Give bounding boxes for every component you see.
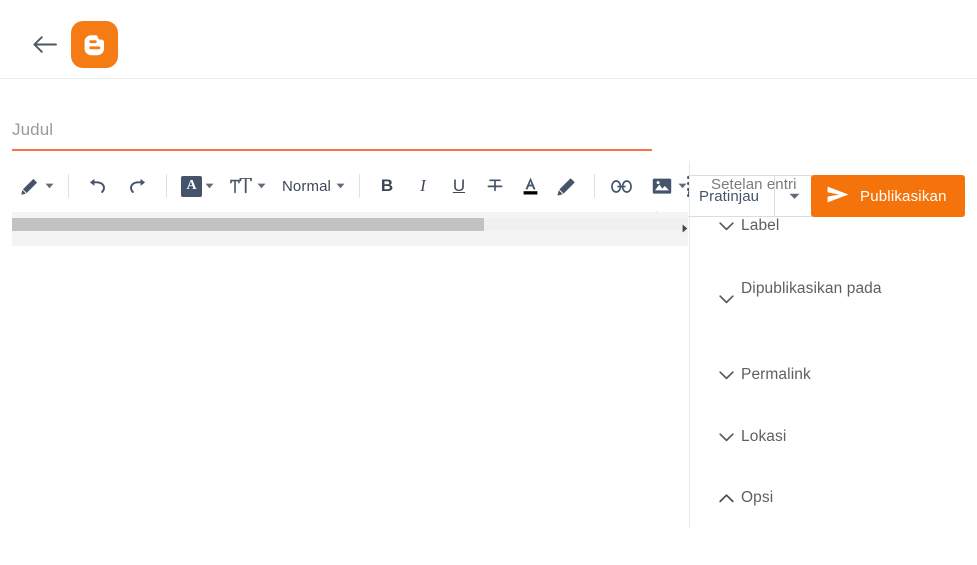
sidebar-section-options[interactable]: Opsi	[711, 489, 937, 507]
chevron-down-icon	[711, 370, 741, 380]
image-icon	[649, 177, 675, 195]
text-color-button[interactable]	[518, 170, 544, 202]
sidebar-section-title: Permalink	[741, 366, 811, 383]
arrow-left-icon	[32, 35, 57, 54]
toolbar-divider	[358, 174, 360, 198]
chevron-down-icon	[711, 295, 741, 304]
insert-link-button[interactable]	[609, 170, 635, 202]
post-body-editor[interactable]	[0, 246, 688, 565]
redo-icon	[126, 178, 152, 194]
horizontal-scrollbar-track[interactable]	[12, 218, 688, 231]
pencil-icon	[16, 178, 42, 195]
chevron-down-icon	[205, 183, 214, 189]
chevron-down-icon	[711, 221, 741, 231]
back-button[interactable]	[30, 30, 58, 58]
sidebar-section-published-on[interactable]: Dipublikasikan pada	[711, 279, 937, 304]
editor-toolbar: A Normal B I U	[0, 161, 688, 211]
underline-button[interactable]: U	[446, 170, 472, 202]
font-family-button[interactable]: A	[181, 170, 214, 202]
post-settings-sidebar: Setelan entri Label Dipublikasikan pada	[689, 161, 977, 565]
sidebar-section-title: Lokasi	[741, 428, 787, 445]
toolbar-scroll-area	[12, 212, 688, 246]
sidebar-section-permalink[interactable]: Permalink	[711, 366, 937, 384]
undo-button[interactable]	[83, 170, 109, 202]
post-title-placeholder: Judul	[12, 120, 54, 139]
blogger-home-button[interactable]	[71, 21, 118, 68]
underline-icon: U	[452, 176, 466, 195]
highlighter-icon	[554, 177, 580, 196]
highlight-button[interactable]	[554, 170, 580, 202]
undo-icon	[83, 178, 109, 194]
text-size-icon	[228, 177, 254, 195]
strikethrough-button[interactable]	[482, 170, 508, 202]
sidebar-section-title: Label	[741, 217, 780, 234]
chevron-down-icon	[45, 183, 54, 189]
post-title-input[interactable]: Judul	[12, 115, 652, 151]
sidebar-section-location[interactable]: Lokasi	[711, 428, 937, 446]
sidebar-section-title: Dipublikasikan pada	[741, 280, 882, 297]
paragraph-style-value: Normal	[282, 177, 331, 195]
sidebar-divider	[689, 161, 690, 528]
title-action-row: Judul Pratinjau Publikasikan	[0, 79, 977, 217]
blogger-logo-icon	[80, 30, 110, 60]
strikethrough-icon	[482, 178, 508, 195]
toolbar-divider	[166, 174, 167, 198]
toolbar-divider	[593, 174, 595, 198]
bold-button[interactable]: B	[374, 170, 400, 202]
font-size-button[interactable]	[228, 170, 266, 202]
link-icon	[609, 179, 635, 193]
text-color-icon	[518, 176, 544, 196]
chevron-down-icon	[711, 432, 741, 442]
app-header	[0, 0, 977, 79]
redo-button[interactable]	[126, 170, 152, 202]
paragraph-style-dropdown[interactable]: Normal	[280, 170, 345, 202]
toolbar-divider	[68, 174, 69, 198]
horizontal-scrollbar-thumb[interactable]	[12, 218, 484, 231]
font-a-icon: A	[181, 175, 202, 197]
italic-button[interactable]: I	[410, 170, 436, 202]
chevron-up-icon	[711, 493, 741, 503]
caret-right-icon[interactable]	[682, 220, 688, 233]
pen-tool-button[interactable]	[16, 170, 54, 202]
chevron-down-icon	[336, 183, 345, 189]
chevron-down-icon	[257, 183, 266, 189]
bold-icon: B	[380, 176, 394, 195]
sidebar-section-title: Opsi	[741, 489, 774, 506]
sidebar-section-label[interactable]: Label	[711, 217, 937, 235]
sidebar-title: Setelan entri	[711, 176, 797, 193]
italic-icon: I	[420, 176, 426, 195]
title-focus-underline	[12, 149, 652, 151]
blogger-post-editor: Judul Pratinjau Publikasikan A Normal B …	[0, 0, 977, 565]
